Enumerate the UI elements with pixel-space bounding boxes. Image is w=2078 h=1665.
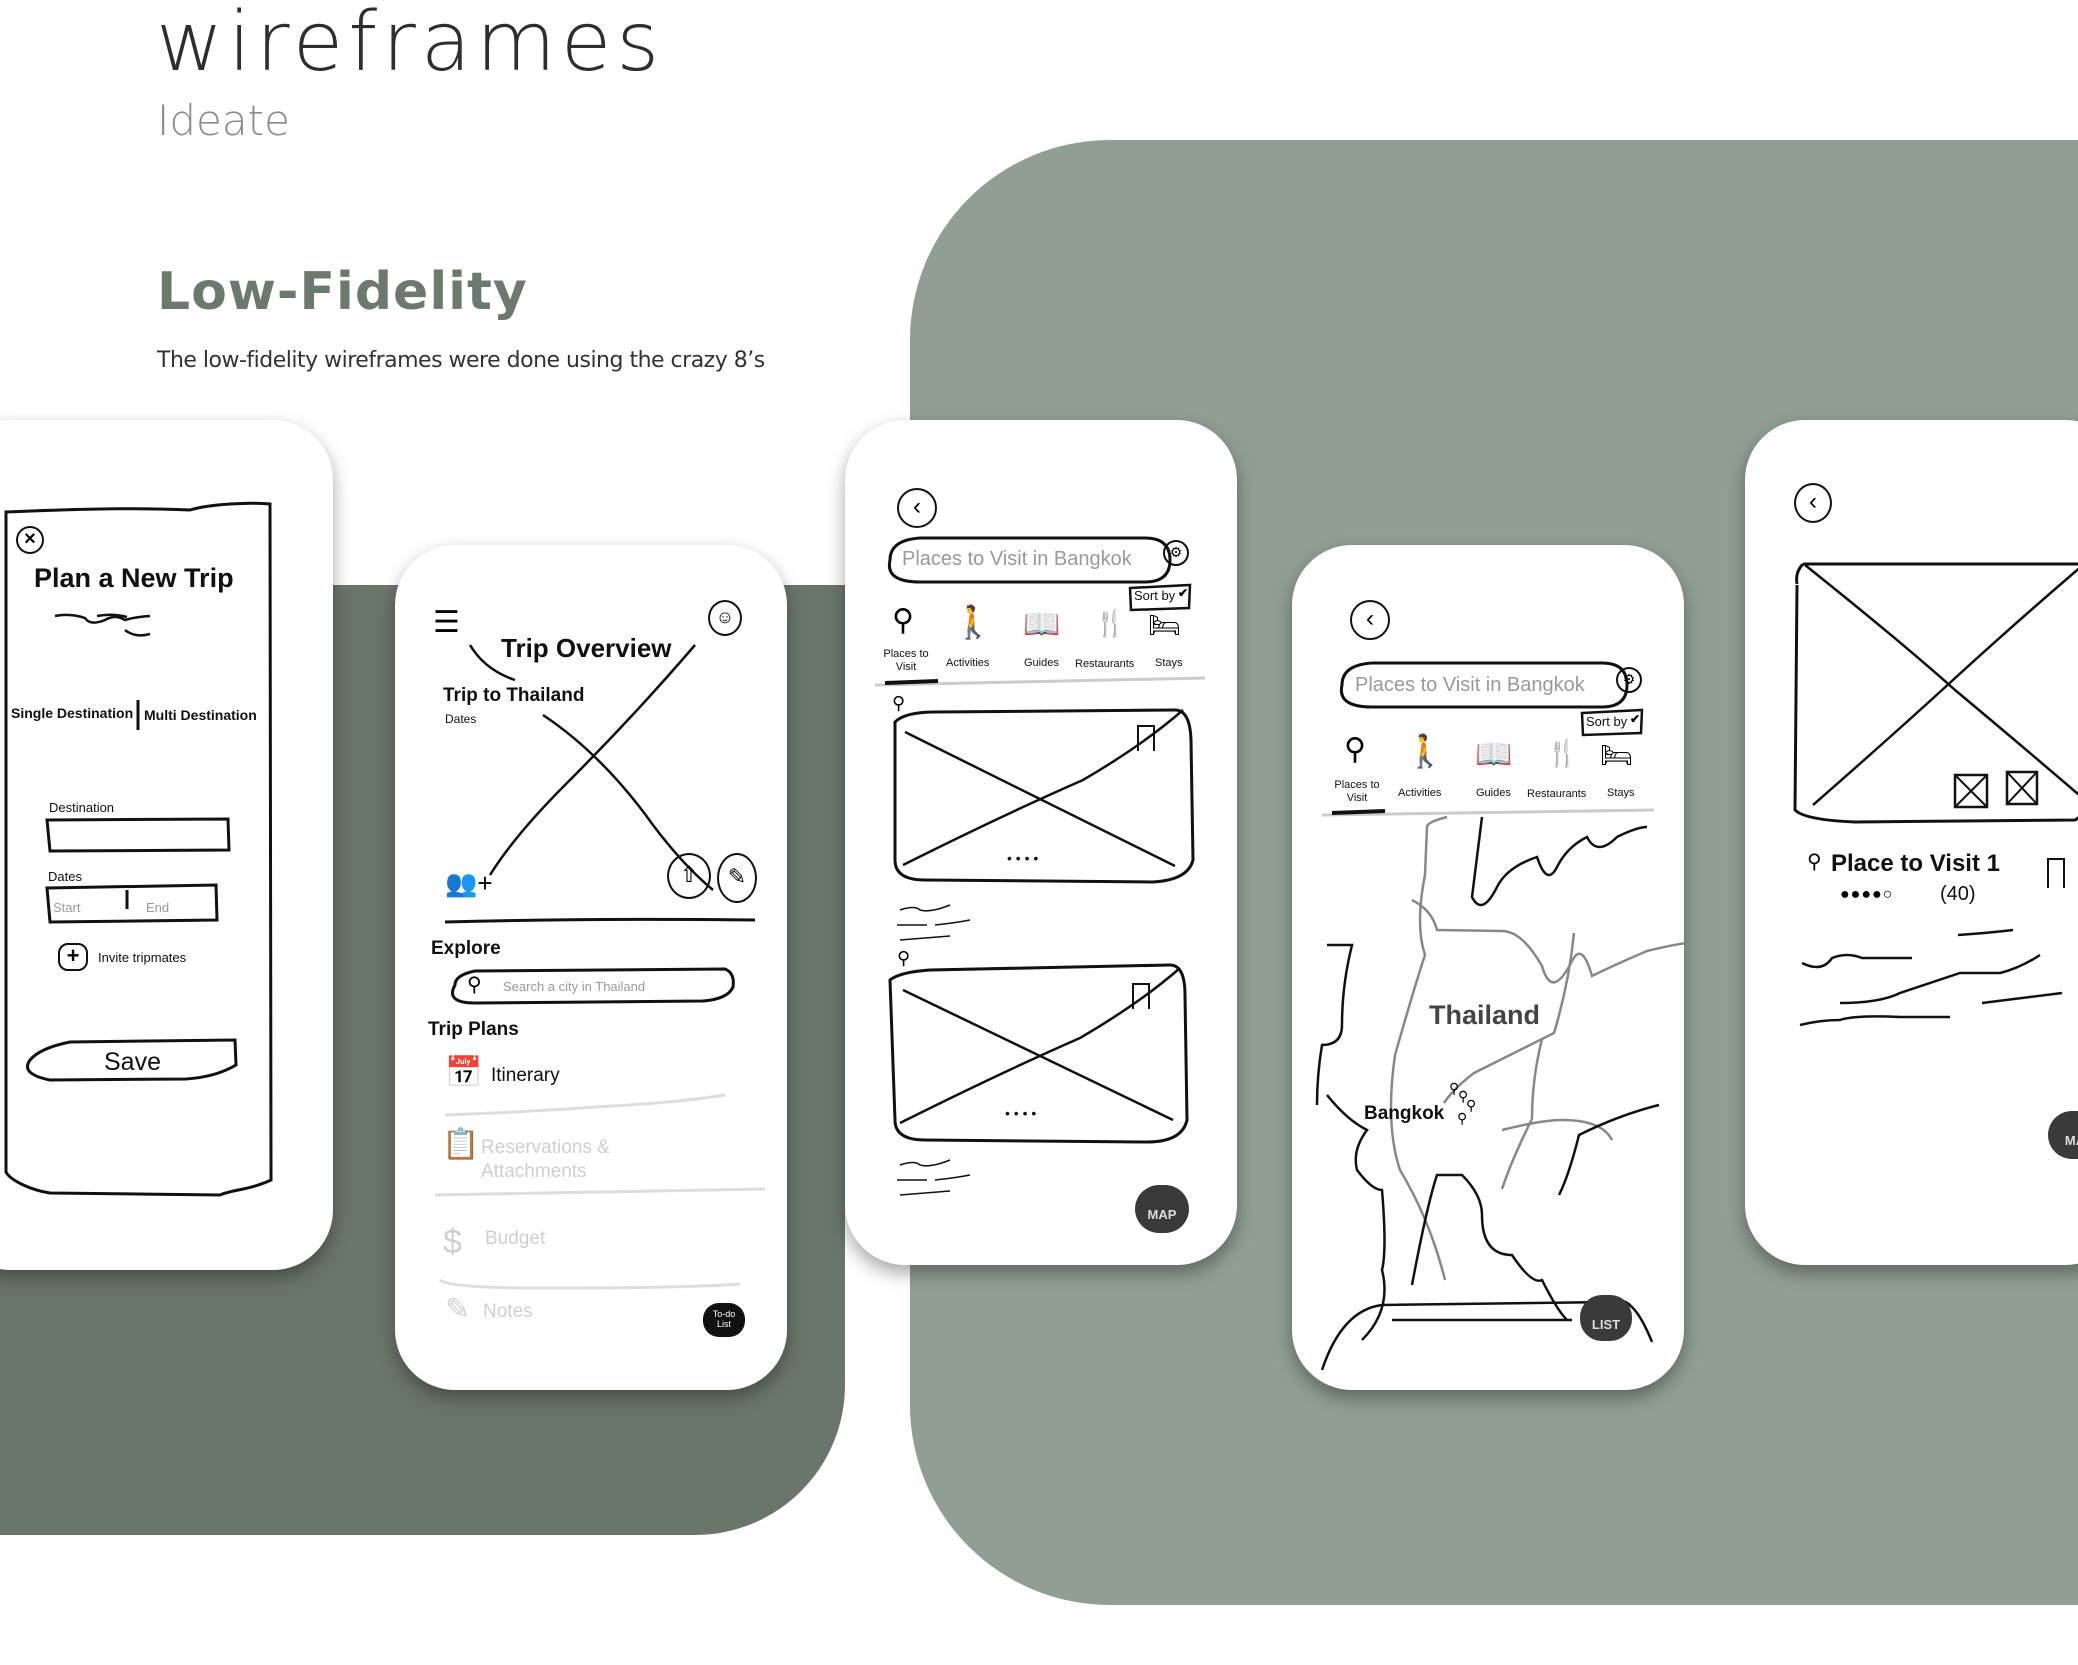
category-stays[interactable]: Stays: [1155, 657, 1183, 669]
todo-list-button[interactable]: To-do List: [703, 1303, 745, 1337]
location-pin-icon: ⚲: [897, 948, 911, 968]
list-view-button[interactable]: LIST: [1580, 1295, 1632, 1341]
destination-label: Destination: [49, 800, 115, 815]
bed-icon: 🛏: [1600, 740, 1634, 770]
bookmark-icon[interactable]: [2047, 858, 2065, 888]
utensils-icon: 🍴: [1546, 738, 1579, 768]
phone-places-list: ‹ Places to Visit in Bangkok ⚙ Sort by ✔…: [845, 420, 1237, 1265]
back-icon[interactable]: ‹: [897, 488, 937, 528]
phone-trip-overview: ☰ ☺ Trip Overview Trip to Thailand Dates…: [395, 545, 787, 1390]
utensils-icon: 🍴: [1094, 608, 1127, 638]
chevron-down-icon: ✔: [1178, 586, 1189, 600]
map-view-button[interactable]: MAP: [1135, 1185, 1189, 1233]
menu-icon[interactable]: ☰: [433, 608, 460, 638]
tripmates-icon[interactable]: 👥+: [445, 870, 493, 896]
chevron-down-icon: ✔: [1630, 712, 1641, 726]
todo-line2: List: [716, 1319, 731, 1329]
category-activities[interactable]: Activities: [1398, 787, 1441, 799]
walking-icon: 🚶: [953, 604, 993, 640]
add-icon[interactable]: +: [58, 943, 88, 971]
phone-place-detail: ‹ ⚲ Place to Visit 1 ●●●●○ (40) MA: [1745, 420, 2078, 1265]
location-pin-icon: ⚲: [1807, 851, 1822, 873]
map-pin-icon: ⚲: [892, 604, 914, 637]
map-button-label: MA: [2064, 1133, 2078, 1148]
section-description: The low-fidelity wireframes were done us…: [157, 348, 765, 373]
sketch-detail: [1793, 562, 2078, 1027]
plan-item-notes[interactable]: Notes: [483, 1301, 533, 1323]
trip-overview-heading: Trip Overview: [501, 633, 672, 663]
invite-tripmates-link[interactable]: Invite tripmates: [98, 950, 186, 965]
map-marker-icon[interactable]: ⚲: [1457, 1110, 1467, 1127]
page-subtitle: Ideate: [157, 96, 290, 145]
map-city-label: Bangkok: [1364, 1103, 1445, 1124]
category-places-to-visit[interactable]: Places to Visit: [1332, 779, 1382, 805]
trip-name: Trip to Thailand: [443, 685, 585, 706]
list-button-label: LIST: [1591, 1317, 1621, 1332]
search-icon: ⚲: [467, 974, 482, 996]
end-date-input[interactable]: End: [146, 900, 169, 915]
trip-plans-label: Trip Plans: [428, 1019, 519, 1040]
carousel-dots: • • • •: [1007, 850, 1039, 866]
tab-multi-destination[interactable]: Multi Destination: [144, 707, 257, 723]
share-icon[interactable]: ⇧: [667, 853, 711, 899]
plan-item-itinerary[interactable]: Itinerary: [491, 1065, 560, 1087]
bookmark-icon[interactable]: [1132, 983, 1150, 1009]
city-search-input[interactable]: Search a city in Thailand: [503, 979, 645, 994]
category-activities[interactable]: Activities: [946, 657, 989, 669]
rating-count: (40): [1940, 883, 1976, 905]
clipboard-icon: 📋: [442, 1128, 480, 1161]
category-guides[interactable]: Guides: [1024, 657, 1059, 669]
plan-item-reservations[interactable]: Reservations & Attachments: [481, 1136, 641, 1184]
bed-icon: 🛏: [1148, 610, 1182, 640]
category-restaurants[interactable]: Restaurants: [1527, 788, 1586, 800]
sketch-overview: [434, 644, 766, 1290]
book-icon: 📖: [1475, 738, 1513, 771]
start-date-input[interactable]: Start: [53, 900, 80, 915]
sort-by-dropdown[interactable]: Sort by: [1586, 714, 1627, 729]
category-restaurants[interactable]: Restaurants: [1075, 658, 1134, 670]
map-pin-icon: ⚲: [1344, 733, 1366, 766]
phone-places-map: ‹ Places to Visit in Bangkok ⚙ Sort by ✔…: [1292, 545, 1684, 1390]
trip-dates: Dates: [445, 712, 477, 726]
book-icon: 📖: [1023, 608, 1061, 641]
category-stays[interactable]: Stays: [1607, 787, 1635, 799]
sort-by-dropdown[interactable]: Sort by: [1134, 588, 1175, 603]
back-icon[interactable]: ‹: [1794, 483, 1832, 523]
place-name: Place to Visit 1: [1831, 850, 2000, 877]
plan-item-budget[interactable]: Budget: [485, 1228, 545, 1250]
places-search-input[interactable]: Places to Visit in Bangkok: [902, 548, 1132, 571]
bookmark-icon[interactable]: [1137, 725, 1155, 751]
section-title: Low-Fidelity: [157, 262, 528, 322]
filter-icon[interactable]: ⚙: [1163, 540, 1189, 566]
save-button[interactable]: Save: [104, 1048, 161, 1077]
filter-icon[interactable]: ⚙: [1616, 667, 1642, 693]
destination-input[interactable]: [50, 822, 225, 848]
category-guides[interactable]: Guides: [1476, 787, 1511, 799]
tab-single-destination[interactable]: Single Destination: [11, 705, 133, 721]
map-button-label: MAP: [1147, 1207, 1177, 1222]
profile-icon[interactable]: ☺: [708, 600, 742, 636]
dates-label: Dates: [48, 869, 82, 884]
close-icon[interactable]: ×: [16, 526, 44, 554]
map-country-label: Thailand: [1429, 1000, 1541, 1030]
explore-label: Explore: [431, 938, 501, 959]
dollar-icon: $: [443, 1223, 462, 1261]
todo-line1: To-do: [712, 1309, 736, 1319]
places-search-input[interactable]: Places to Visit in Bangkok: [1355, 674, 1585, 697]
edit-icon[interactable]: ✎: [717, 853, 757, 903]
phone-plan-new-trip: × Plan a New Trip Single Destination Mul…: [0, 420, 333, 1270]
page-title: wireframes: [156, 0, 665, 90]
calendar-icon: 📅: [445, 1056, 483, 1089]
note-icon: ✎: [445, 1293, 471, 1326]
carousel-dots: • • • •: [1005, 1105, 1037, 1121]
walking-icon: 🚶: [1405, 733, 1445, 769]
category-places-to-visit[interactable]: Places to Visit: [881, 648, 931, 674]
map-marker-icon[interactable]: ⚲: [1466, 1097, 1476, 1114]
rating-stars-icon: ●●●●○: [1840, 886, 1894, 903]
plan-trip-heading: Plan a New Trip: [34, 563, 234, 593]
back-icon[interactable]: ‹: [1350, 600, 1390, 640]
